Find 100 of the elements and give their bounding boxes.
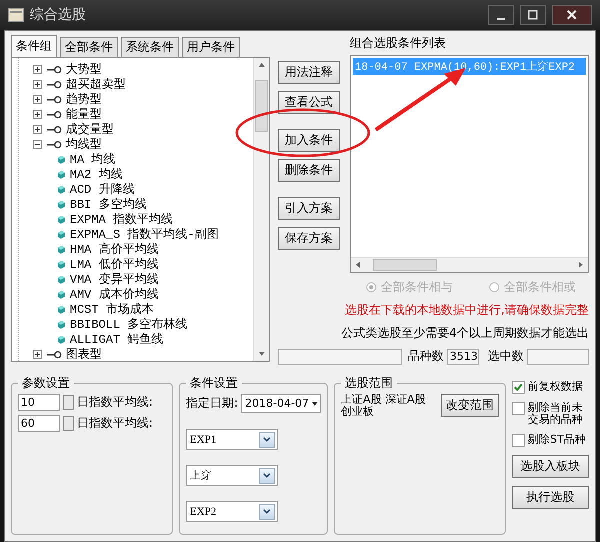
gem-icon [57, 320, 66, 330]
date-label: 指定日期: [186, 395, 238, 412]
tree-group-label[interactable]: 趋势型 [66, 91, 102, 108]
radio-label: 全部条件相或 [504, 279, 576, 296]
maximize-button[interactable] [520, 5, 546, 25]
range-text: 创业板 [341, 406, 374, 418]
date-picker[interactable]: 2018-04-07 [241, 394, 322, 413]
expand-icon[interactable] [33, 95, 42, 104]
minimize-icon [497, 18, 505, 20]
group-title: 条件设置 [189, 375, 240, 392]
warning-text: 选股在下载的本地数据中进行,请确保数据完整 [345, 302, 589, 319]
spin-button[interactable] [63, 395, 74, 410]
close-icon [567, 10, 577, 20]
tree-item-label[interactable]: VMA 变异平均线 [70, 271, 159, 288]
selected-count-label: 选中数 [488, 348, 524, 365]
tree-item-label[interactable]: BBI 多空均线 [70, 196, 147, 213]
window-title: 综合选股 [30, 6, 87, 24]
minimize-button[interactable] [488, 5, 514, 25]
expand-icon[interactable] [33, 80, 42, 89]
tree-group-label[interactable]: 成交量型 [66, 121, 114, 138]
tree-item-label[interactable]: ALLIGAT 鳄鱼线 [70, 331, 164, 348]
gem-icon [57, 170, 66, 180]
scroll-left-icon[interactable] [355, 261, 361, 269]
tree-item-label[interactable]: MA2 均线 [70, 166, 123, 183]
tree-item-label[interactable]: HMA 高价平均线 [70, 241, 159, 258]
spin-button[interactable] [63, 416, 74, 431]
chevron-down-icon [263, 436, 272, 442]
tree-item-label[interactable]: BBIBOLL 多空布林线 [70, 316, 188, 333]
scrollbar-thumb[interactable] [373, 259, 437, 271]
info-text: 公式类选股至少需要4个以上周期数据才能选出 [341, 325, 589, 342]
vertical-scrollbar[interactable] [253, 58, 269, 361]
key-icon [46, 350, 62, 358]
chevron-down-icon [263, 472, 272, 478]
gem-icon [57, 274, 66, 284]
gem-icon [57, 230, 66, 240]
option-label: 前复权数据 [528, 381, 584, 393]
gem-icon [57, 200, 66, 210]
dropdown[interactable]: 上穿 [186, 465, 278, 486]
action-button[interactable]: 加入条件 [278, 129, 340, 152]
dropdown[interactable]: EXP1 [186, 429, 278, 450]
gem-icon [57, 184, 66, 194]
tree-group-label[interactable]: 超买超卖型 [66, 76, 126, 93]
tree-item-label[interactable]: MA 均线 [70, 151, 116, 168]
scrollbar-thumb[interactable] [255, 80, 268, 132]
number-field[interactable]: 10 [18, 394, 60, 411]
checkbox[interactable] [512, 381, 526, 394]
radio-label: 全部条件相与 [381, 279, 453, 296]
key-icon [46, 110, 62, 118]
group-title: 选股范围 [344, 375, 394, 392]
gem-icon [57, 154, 66, 164]
tab[interactable]: 全部条件 [60, 37, 118, 57]
tree-item-label[interactable]: EXPMA_S 指数平均线-副图 [70, 226, 219, 243]
collapse-icon[interactable] [33, 140, 42, 149]
expand-icon[interactable] [33, 110, 42, 119]
maximize-icon [528, 10, 538, 20]
tab[interactable]: 系统条件 [121, 37, 179, 57]
number-field[interactable]: 60 [18, 415, 60, 432]
tree-item-label[interactable]: ACD 升降线 [70, 181, 135, 198]
range-text: 上证A股 深证A股 [341, 394, 426, 406]
horizontal-scrollbar[interactable] [351, 257, 588, 272]
expand-icon[interactable] [33, 125, 42, 134]
param-label: 日指数平均线: [77, 394, 154, 411]
scroll-right-icon[interactable] [578, 261, 584, 269]
gem-icon [57, 334, 66, 344]
list-title: 组合选股条件列表 [350, 35, 447, 52]
tab[interactable]: 条件组 [11, 35, 57, 57]
expand-icon[interactable] [33, 350, 42, 359]
count-label: 品种数 [408, 348, 444, 365]
change-range-button[interactable]: 改变范围 [441, 394, 500, 417]
dropdown[interactable]: EXP2 [186, 501, 278, 522]
group-title: 参数设置 [21, 375, 71, 392]
checkbox[interactable] [512, 434, 526, 447]
close-button[interactable] [552, 5, 592, 25]
key-icon [46, 140, 62, 148]
tree-group-label[interactable]: 能量型 [66, 106, 102, 123]
action-button[interactable]: 保存方案 [278, 227, 340, 250]
tree-item-label[interactable]: MCST 市场成本 [70, 301, 154, 318]
tree-item-label[interactable]: LMA 低价平均线 [70, 256, 159, 273]
action-button[interactable]: 执行选股 [512, 486, 589, 509]
tree-item-label[interactable]: AMV 成本价均线 [70, 286, 159, 303]
tree-group-label[interactable]: 图表型 [66, 346, 102, 361]
tree-item-label[interactable]: EXPMA 指数平均线 [70, 211, 174, 228]
tree-group-label[interactable]: 大势型 [66, 61, 102, 78]
tree-group-label[interactable]: 均线型 [66, 136, 102, 153]
action-button[interactable]: 删除条件 [278, 159, 340, 182]
param-label: 日指数平均线: [77, 415, 154, 432]
selected-count-field [527, 348, 589, 364]
expand-icon[interactable] [33, 65, 42, 74]
action-button[interactable]: 选股入板块 [512, 455, 589, 478]
option-label: 剔除当前未交易的品种 [528, 402, 584, 426]
key-icon [46, 126, 62, 134]
action-button[interactable]: 引入方案 [278, 197, 340, 220]
gem-icon [57, 304, 66, 314]
action-button[interactable]: 用法注释 [278, 61, 340, 84]
tab[interactable]: 用户条件 [182, 37, 240, 57]
chevron-down-icon [263, 508, 272, 514]
checkbox[interactable] [512, 402, 526, 415]
key-icon [46, 66, 62, 74]
key-icon [46, 96, 62, 104]
count-field: 3513 [447, 348, 479, 364]
